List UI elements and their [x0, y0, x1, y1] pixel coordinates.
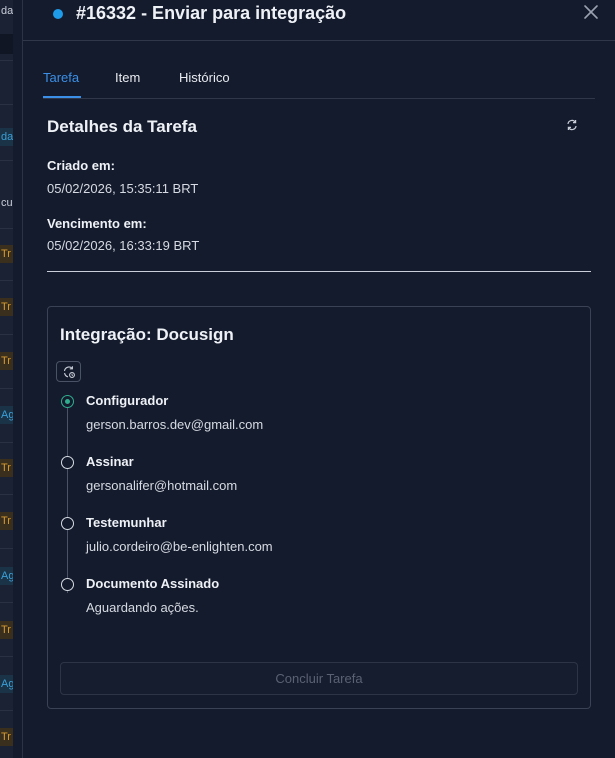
background-divider — [0, 710, 13, 711]
background-divider — [0, 602, 13, 603]
finish-task-button[interactable]: Concluir Tarefa — [60, 662, 578, 695]
created-label: Criado em: — [47, 158, 115, 173]
details-title: Detalhes da Tarefa — [47, 117, 197, 136]
active-tab-indicator — [43, 96, 81, 98]
step-email: gersonalifer@hotmail.com — [86, 478, 238, 493]
section-divider — [47, 271, 591, 272]
background-divider — [0, 60, 13, 61]
background-fragment: Ag — [0, 675, 13, 693]
page: da da cus Tr Tr Tr Ag Tr Tr Ag Tr Ag Tr … — [0, 0, 615, 758]
background-fragment: Ag — [0, 567, 13, 585]
background-divider — [0, 656, 13, 657]
tab-bar: Tarefa Item Histórico — [43, 60, 595, 99]
background-fragment: Tr — [0, 621, 13, 639]
tab-item[interactable]: Item — [115, 70, 140, 85]
background-fragment: Tr — [0, 459, 13, 477]
refresh-icon[interactable] — [565, 118, 579, 132]
background-divider — [0, 548, 13, 549]
background-fragment: cus — [1, 197, 13, 209]
task-drawer: #16332 - Enviar para integração Tarefa I… — [22, 0, 615, 758]
background-row — [0, 34, 13, 54]
background-divider — [0, 388, 13, 389]
background-divider — [0, 104, 13, 105]
tab-tarefa[interactable]: Tarefa — [43, 70, 79, 85]
background-divider — [0, 280, 13, 281]
timeline-line — [67, 407, 68, 593]
tab-historico[interactable]: Histórico — [179, 70, 230, 85]
sync-settings-button[interactable] — [56, 361, 81, 382]
integration-title: Integração: Docusign — [60, 325, 234, 344]
step-indicator — [61, 456, 74, 469]
step-title: Testemunhar — [86, 515, 167, 530]
step-indicator-active — [61, 395, 74, 408]
integration-card: Integração: Docusign Configurador gerson… — [47, 306, 591, 709]
drawer-header: #16332 - Enviar para integração — [23, 0, 615, 41]
background-fragment: Tr — [0, 512, 13, 530]
created-value: 05/02/2026, 15:35:11 BRT — [47, 181, 199, 196]
background-fragment: Tr — [0, 245, 13, 263]
step-title: Documento Assinado — [86, 576, 220, 591]
step-title: Assinar — [86, 454, 134, 469]
step-status: Aguardando ações. — [86, 600, 199, 615]
background-fragment: Tr — [0, 352, 13, 370]
background-fragment: Tr — [0, 728, 13, 746]
background-divider — [0, 160, 13, 161]
background-page-strip: da da cus Tr Tr Tr Ag Tr Tr Ag Tr Ag Tr — [0, 0, 13, 758]
background-divider — [0, 334, 13, 335]
background-divider — [0, 494, 13, 495]
background-fragment: Ag — [0, 406, 13, 424]
step-title: Configurador — [86, 393, 169, 408]
background-divider — [0, 442, 13, 443]
background-divider — [0, 228, 13, 229]
background-fragment: Tr — [0, 298, 13, 316]
step-indicator — [61, 578, 74, 591]
background-fragment: da — [0, 128, 13, 146]
step-email: julio.cordeiro@be-enlighten.com — [86, 539, 273, 554]
sync-icon — [63, 366, 75, 378]
drawer-title: #16332 - Enviar para integração — [76, 3, 347, 23]
status-dot — [53, 9, 63, 19]
step-indicator — [61, 517, 74, 530]
due-label: Vencimento em: — [47, 216, 147, 231]
close-icon[interactable] — [581, 2, 601, 22]
step-email: gerson.barros.dev@gmail.com — [86, 417, 264, 432]
background-fragment: da — [1, 5, 13, 17]
due-value: 05/02/2026, 16:33:19 BRT — [47, 238, 200, 253]
